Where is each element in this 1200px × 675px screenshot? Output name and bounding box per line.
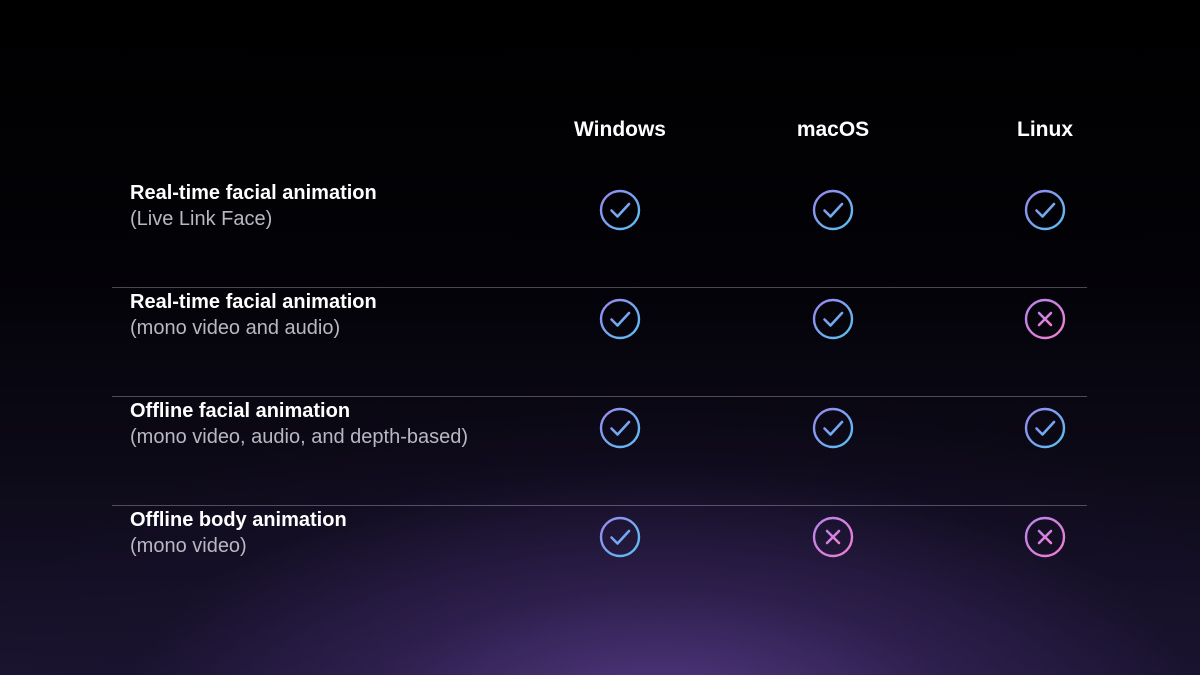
row-title: Offline body animation (130, 509, 347, 531)
status-cell (811, 515, 855, 559)
table-row: Offline body animation (mono video) (112, 507, 1087, 615)
x-circle-icon (1024, 298, 1066, 340)
status-cell (1023, 406, 1067, 450)
row-subtitle: (mono video, audio, and depth-based) (130, 426, 469, 448)
check-circle-icon (599, 298, 641, 340)
check-circle-icon (1024, 189, 1066, 231)
table-header: Windows macOS Linux (0, 116, 1200, 146)
row-title: Real-time facial animation (130, 182, 377, 204)
x-circle-icon (812, 516, 854, 558)
check-circle-icon (812, 407, 854, 449)
row-subtitle: (mono video) (130, 535, 247, 557)
status-cell (811, 406, 855, 450)
check-circle-icon (599, 189, 641, 231)
row-divider (112, 287, 1087, 288)
table-row: Real-time facial animation (mono video a… (112, 289, 1087, 397)
column-header-linux: Linux (1017, 118, 1073, 141)
status-cell (1023, 188, 1067, 232)
row-subtitle: (mono video and audio) (130, 317, 341, 339)
status-cell (811, 188, 855, 232)
row-divider (112, 505, 1087, 506)
check-circle-icon (1024, 407, 1066, 449)
status-cell (598, 297, 642, 341)
table-row: Real-time facial animation (Live Link Fa… (112, 180, 1087, 288)
check-circle-icon (812, 298, 854, 340)
status-cell (1023, 297, 1067, 341)
status-cell (1023, 515, 1067, 559)
x-circle-icon (1024, 516, 1066, 558)
check-circle-icon (812, 189, 854, 231)
table-row: Offline facial animation (mono video, au… (112, 398, 1087, 506)
status-cell (598, 188, 642, 232)
row-divider (112, 396, 1087, 397)
check-circle-icon (599, 407, 641, 449)
status-cell (598, 515, 642, 559)
row-title: Offline facial animation (130, 400, 351, 422)
row-subtitle: (Live Link Face) (130, 208, 273, 230)
status-cell (598, 406, 642, 450)
row-label: Offline facial animation (mono video, au… (130, 398, 550, 451)
row-label: Offline body animation (mono video) (130, 507, 550, 560)
column-header-macos: macOS (796, 118, 870, 141)
check-circle-icon (599, 516, 641, 558)
column-header-windows: Windows (574, 118, 666, 141)
row-label: Real-time facial animation (Live Link Fa… (130, 180, 550, 233)
row-title: Real-time facial animation (130, 291, 377, 313)
status-cell (811, 297, 855, 341)
row-label: Real-time facial animation (mono video a… (130, 289, 550, 342)
